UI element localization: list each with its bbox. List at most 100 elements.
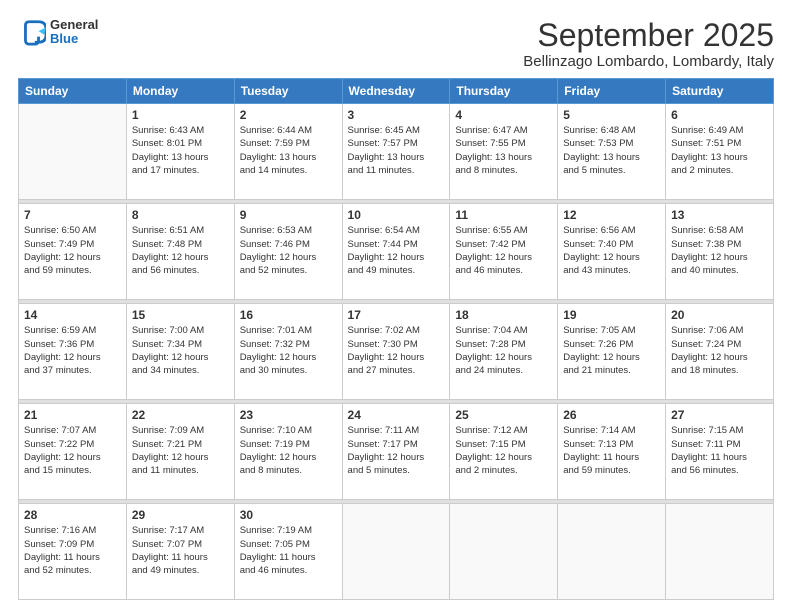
day-detail: Sunrise: 7:00 AM Sunset: 7:34 PM Dayligh… (132, 324, 229, 377)
day-detail: Sunrise: 7:11 AM Sunset: 7:17 PM Dayligh… (348, 424, 445, 477)
col-header-sunday: Sunday (19, 79, 127, 104)
calendar-cell: 6 Sunrise: 6:49 AM Sunset: 7:51 PM Daylig… (666, 104, 774, 200)
calendar-cell: 1 Sunrise: 6:43 AM Sunset: 8:01 PM Daylig… (126, 104, 234, 200)
day-detail: Sunrise: 6:47 AM Sunset: 7:55 PM Dayligh… (455, 124, 552, 177)
day-number: 27 (671, 408, 768, 422)
calendar-week-row: 21 Sunrise: 7:07 AM Sunset: 7:22 PM Dayli… (19, 404, 774, 500)
day-number: 19 (563, 308, 660, 322)
col-header-thursday: Thursday (450, 79, 558, 104)
calendar-week-row: 14Sunrise: 6:59 AM Sunset: 7:36 PM Dayli… (19, 304, 774, 400)
calendar-week-row: 7 Sunrise: 6:50 AM Sunset: 7:49 PM Daylig… (19, 204, 774, 300)
day-number: 1 (132, 108, 229, 122)
calendar-cell: 24 Sunrise: 7:11 AM Sunset: 7:17 PM Dayli… (342, 404, 450, 500)
calendar-header-row: SundayMondayTuesdayWednesdayThursdayFrid… (19, 79, 774, 104)
calendar-cell: 27 Sunrise: 7:15 AM Sunset: 7:11 PM Dayli… (666, 404, 774, 500)
day-number: 10 (348, 208, 445, 222)
calendar-cell: 16 Sunrise: 7:01 AM Sunset: 7:32 PM Dayli… (234, 304, 342, 400)
col-header-friday: Friday (558, 79, 666, 104)
calendar-cell: 2Sunrise: 6:44 AM Sunset: 7:59 PM Daylig… (234, 104, 342, 200)
day-detail: Sunrise: 6:45 AM Sunset: 7:57 PM Dayligh… (348, 124, 445, 177)
day-number: 18 (455, 308, 552, 322)
day-detail: Sunrise: 6:50 AM Sunset: 7:49 PM Dayligh… (24, 224, 121, 277)
col-header-monday: Monday (126, 79, 234, 104)
location-title: Bellinzago Lombardo, Lombardy, Italy (523, 53, 774, 70)
calendar-cell: 12Sunrise: 6:56 AM Sunset: 7:40 PM Dayli… (558, 204, 666, 300)
day-detail: Sunrise: 6:53 AM Sunset: 7:46 PM Dayligh… (240, 224, 337, 277)
col-header-saturday: Saturday (666, 79, 774, 104)
day-number: 21 (24, 408, 121, 422)
day-number: 16 (240, 308, 337, 322)
calendar-cell (558, 504, 666, 600)
day-number: 24 (348, 408, 445, 422)
logo-general-text: General (50, 18, 98, 32)
day-number: 28 (24, 508, 121, 522)
day-detail: Sunrise: 6:43 AM Sunset: 8:01 PM Dayligh… (132, 124, 229, 177)
calendar-cell: 29 Sunrise: 7:17 AM Sunset: 7:07 PM Dayli… (126, 504, 234, 600)
col-header-tuesday: Tuesday (234, 79, 342, 104)
calendar-cell: 5 Sunrise: 6:48 AM Sunset: 7:53 PM Daylig… (558, 104, 666, 200)
day-number: 8 (132, 208, 229, 222)
logo-text: General Blue (50, 18, 98, 47)
day-detail: Sunrise: 7:04 AM Sunset: 7:28 PM Dayligh… (455, 324, 552, 377)
calendar-cell: 18 Sunrise: 7:04 AM Sunset: 7:28 PM Dayli… (450, 304, 558, 400)
day-detail: Sunrise: 6:49 AM Sunset: 7:51 PM Dayligh… (671, 124, 768, 177)
day-number: 29 (132, 508, 229, 522)
day-detail: Sunrise: 7:14 AM Sunset: 7:13 PM Dayligh… (563, 424, 660, 477)
day-number: 30 (240, 508, 337, 522)
calendar-cell: 8 Sunrise: 6:51 AM Sunset: 7:48 PM Daylig… (126, 204, 234, 300)
calendar-cell (666, 504, 774, 600)
calendar-cell: 9 Sunrise: 6:53 AM Sunset: 7:46 PM Daylig… (234, 204, 342, 300)
calendar-week-row: 28Sunrise: 7:16 AM Sunset: 7:09 PM Dayli… (19, 504, 774, 600)
day-number: 12 (563, 208, 660, 222)
calendar-cell: 3 Sunrise: 6:45 AM Sunset: 7:57 PM Daylig… (342, 104, 450, 200)
day-number: 4 (455, 108, 552, 122)
day-number: 7 (24, 208, 121, 222)
day-detail: Sunrise: 6:48 AM Sunset: 7:53 PM Dayligh… (563, 124, 660, 177)
day-number: 11 (455, 208, 552, 222)
calendar-cell (450, 504, 558, 600)
logo-blue-text: Blue (50, 32, 98, 46)
day-number: 15 (132, 308, 229, 322)
day-number: 9 (240, 208, 337, 222)
day-detail: Sunrise: 7:10 AM Sunset: 7:19 PM Dayligh… (240, 424, 337, 477)
calendar-table: SundayMondayTuesdayWednesdayThursdayFrid… (18, 78, 774, 600)
day-detail: Sunrise: 6:44 AM Sunset: 7:59 PM Dayligh… (240, 124, 337, 177)
day-number: 23 (240, 408, 337, 422)
calendar-cell: 14Sunrise: 6:59 AM Sunset: 7:36 PM Dayli… (19, 304, 127, 400)
day-number: 3 (348, 108, 445, 122)
day-number: 6 (671, 108, 768, 122)
logo-icon (18, 18, 46, 46)
day-number: 17 (348, 308, 445, 322)
calendar-cell: 22Sunrise: 7:09 AM Sunset: 7:21 PM Dayli… (126, 404, 234, 500)
day-detail: Sunrise: 7:05 AM Sunset: 7:26 PM Dayligh… (563, 324, 660, 377)
day-detail: Sunrise: 7:15 AM Sunset: 7:11 PM Dayligh… (671, 424, 768, 477)
day-detail: Sunrise: 7:19 AM Sunset: 7:05 PM Dayligh… (240, 524, 337, 577)
calendar-cell: 20 Sunrise: 7:06 AM Sunset: 7:24 PM Dayli… (666, 304, 774, 400)
title-block: September 2025 Bellinzago Lombardo, Lomb… (523, 18, 774, 70)
calendar-cell: 19 Sunrise: 7:05 AM Sunset: 7:26 PM Dayli… (558, 304, 666, 400)
calendar-cell: 28Sunrise: 7:16 AM Sunset: 7:09 PM Dayli… (19, 504, 127, 600)
day-detail: Sunrise: 7:01 AM Sunset: 7:32 PM Dayligh… (240, 324, 337, 377)
calendar-cell: 25Sunrise: 7:12 AM Sunset: 7:15 PM Dayli… (450, 404, 558, 500)
calendar-cell: 23 Sunrise: 7:10 AM Sunset: 7:19 PM Dayli… (234, 404, 342, 500)
day-detail: Sunrise: 7:06 AM Sunset: 7:24 PM Dayligh… (671, 324, 768, 377)
calendar-cell: 10Sunrise: 6:54 AM Sunset: 7:44 PM Dayli… (342, 204, 450, 300)
day-number: 5 (563, 108, 660, 122)
day-number: 14 (24, 308, 121, 322)
day-number: 25 (455, 408, 552, 422)
day-detail: Sunrise: 7:17 AM Sunset: 7:07 PM Dayligh… (132, 524, 229, 577)
page: General Blue September 2025 Bellinzago L… (0, 0, 792, 612)
day-detail: Sunrise: 7:02 AM Sunset: 7:30 PM Dayligh… (348, 324, 445, 377)
day-number: 20 (671, 308, 768, 322)
calendar-cell (342, 504, 450, 600)
day-detail: Sunrise: 6:58 AM Sunset: 7:38 PM Dayligh… (671, 224, 768, 277)
calendar-cell: 13Sunrise: 6:58 AM Sunset: 7:38 PM Dayli… (666, 204, 774, 300)
logo: General Blue (18, 18, 98, 47)
calendar-cell (19, 104, 127, 200)
day-detail: Sunrise: 7:09 AM Sunset: 7:21 PM Dayligh… (132, 424, 229, 477)
header: General Blue September 2025 Bellinzago L… (18, 18, 774, 70)
day-detail: Sunrise: 6:51 AM Sunset: 7:48 PM Dayligh… (132, 224, 229, 277)
calendar-week-row: 1 Sunrise: 6:43 AM Sunset: 8:01 PM Daylig… (19, 104, 774, 200)
month-title: September 2025 (523, 18, 774, 53)
day-detail: Sunrise: 7:07 AM Sunset: 7:22 PM Dayligh… (24, 424, 121, 477)
